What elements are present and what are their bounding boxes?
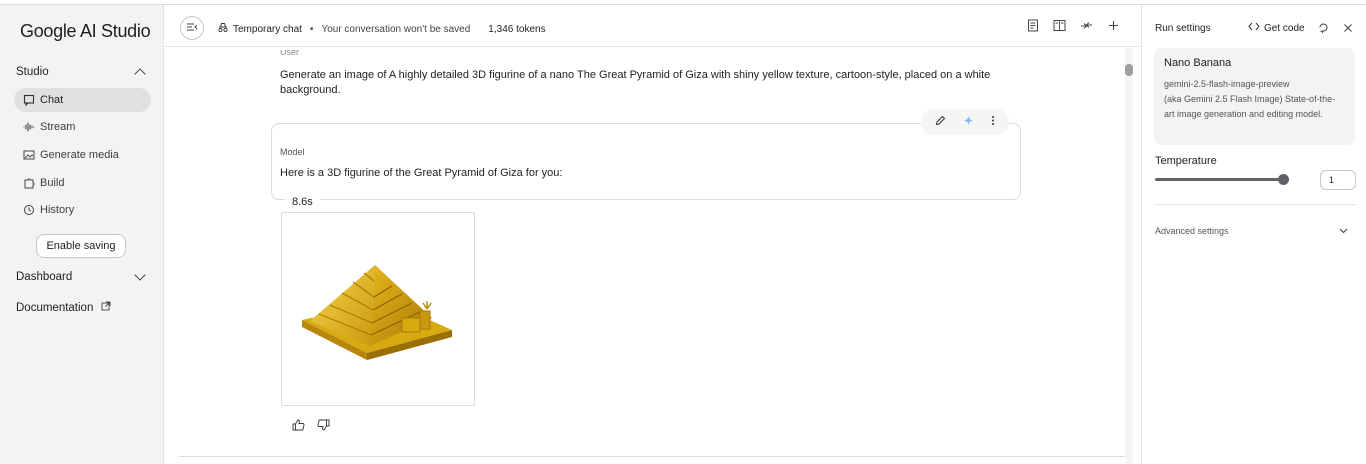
sidebar-item-label: Build bbox=[40, 177, 65, 189]
model-turn-label: Model bbox=[280, 147, 305, 157]
sidebar-item-label: Generate media bbox=[40, 149, 119, 161]
response-time: 8.6s bbox=[285, 196, 320, 208]
sidebar-item-label: Chat bbox=[40, 94, 64, 106]
model-selector[interactable]: Nano Banana gemini-2.5-flash-image-previ… bbox=[1154, 48, 1355, 145]
get-code-button[interactable]: Get code bbox=[1248, 22, 1305, 34]
model-response-card bbox=[271, 123, 1021, 200]
model-id: gemini-2.5-flash-image-preview bbox=[1164, 79, 1290, 89]
user-turn-label: User bbox=[280, 50, 300, 56]
puzzle-icon bbox=[23, 177, 35, 189]
scrollbar-track[interactable] bbox=[1125, 48, 1133, 464]
left-sidebar: Google AI Studio Studio Chat Stream Gene… bbox=[0, 5, 164, 464]
chevron-down-icon bbox=[134, 269, 146, 281]
waveform-icon bbox=[23, 121, 35, 133]
dashboard-section-header[interactable]: Dashboard bbox=[16, 269, 146, 283]
temperature-input[interactable]: 1 bbox=[1320, 170, 1356, 190]
user-prompt-text: Generate an image of A highly detailed 3… bbox=[280, 69, 991, 96]
sidebar-item-generate-media[interactable]: Generate media bbox=[14, 143, 151, 167]
advanced-settings-toggle[interactable]: Advanced settings bbox=[1155, 226, 1348, 236]
history-icon bbox=[23, 204, 35, 216]
temperature-label: Temperature bbox=[1155, 155, 1217, 167]
app-logo[interactable]: Google AI Studio bbox=[20, 21, 151, 42]
get-code-label: Get code bbox=[1264, 22, 1305, 34]
topbar-actions bbox=[1026, 19, 1120, 32]
documentation-link[interactable]: Documentation bbox=[16, 301, 111, 314]
documentation-label: Documentation bbox=[16, 301, 94, 314]
chat-title: Temporary chat bbox=[233, 23, 302, 35]
sidebar-item-stream[interactable]: Stream bbox=[14, 115, 151, 139]
rerun-sparkle-icon[interactable] bbox=[963, 113, 974, 131]
temperature-slider-track[interactable] bbox=[1155, 178, 1283, 181]
advanced-settings-label: Advanced settings bbox=[1155, 226, 1229, 236]
temperature-slider-thumb[interactable] bbox=[1278, 174, 1289, 185]
chat-icon bbox=[23, 94, 35, 106]
model-response-text: Here is a 3D figurine of the Great Pyram… bbox=[280, 167, 563, 179]
chat-top-bar: Temporary chat • Your conversation won't… bbox=[165, 5, 1140, 47]
notes-icon[interactable] bbox=[1026, 19, 1039, 32]
enable-saving-button[interactable]: Enable saving bbox=[36, 234, 126, 258]
chevron-up-icon bbox=[134, 68, 146, 80]
sidebar-item-build[interactable]: Build bbox=[14, 171, 151, 195]
close-icon[interactable] bbox=[1343, 20, 1353, 38]
external-link-icon bbox=[101, 301, 111, 314]
panel-actions bbox=[1318, 20, 1353, 38]
run-settings-title: Run settings bbox=[1155, 23, 1211, 34]
image-icon bbox=[23, 149, 35, 161]
conversation-area: User Generate an image of A highly detai… bbox=[165, 48, 1140, 464]
golden-pyramid-figurine bbox=[302, 265, 452, 360]
compare-icon[interactable] bbox=[1053, 19, 1066, 32]
scrollbar-thumb[interactable] bbox=[1125, 64, 1133, 76]
edit-pencil-icon[interactable] bbox=[935, 113, 946, 131]
toggle-sidebar-button[interactable] bbox=[180, 16, 204, 40]
model-name: Nano Banana bbox=[1164, 57, 1232, 69]
thumbs-up-icon[interactable] bbox=[292, 418, 305, 436]
chevron-down-icon bbox=[1339, 226, 1348, 236]
sidebar-item-history[interactable]: History bbox=[14, 198, 151, 222]
chat-subtitle: Your conversation won't be saved bbox=[321, 23, 471, 35]
reset-settings-icon[interactable] bbox=[1318, 20, 1329, 38]
sidebar-item-chat[interactable]: Chat bbox=[14, 88, 151, 112]
generated-image[interactable] bbox=[281, 212, 475, 406]
run-settings-panel: Run settings Get code Nano Banana gemini… bbox=[1141, 5, 1366, 464]
input-divider bbox=[179, 456, 1129, 457]
separator-dot: • bbox=[309, 23, 314, 35]
feedback-actions bbox=[292, 418, 330, 436]
sidebar-item-label: History bbox=[40, 204, 75, 216]
dashboard-label: Dashboard bbox=[16, 271, 73, 283]
studio-section-header[interactable]: Studio bbox=[16, 66, 146, 80]
studio-label: Studio bbox=[16, 66, 49, 78]
turn-actions bbox=[921, 109, 1009, 135]
collapse-arrows-icon[interactable] bbox=[1080, 19, 1093, 32]
model-description: (aka Gemini 2.5 Flash Image) State-of-th… bbox=[1164, 94, 1336, 119]
token-count: 1,346 tokens bbox=[488, 23, 546, 35]
new-chat-plus-icon[interactable] bbox=[1107, 19, 1120, 32]
menu-collapse-icon bbox=[186, 19, 198, 37]
temporary-chat-indicator: Temporary chat • Your conversation won't… bbox=[217, 22, 546, 36]
settings-divider bbox=[1155, 204, 1356, 205]
incognito-icon bbox=[217, 22, 229, 36]
sidebar-item-label: Stream bbox=[40, 121, 76, 133]
more-vert-icon[interactable] bbox=[991, 113, 995, 131]
thumbs-down-icon[interactable] bbox=[317, 418, 330, 436]
code-icon bbox=[1248, 22, 1260, 34]
